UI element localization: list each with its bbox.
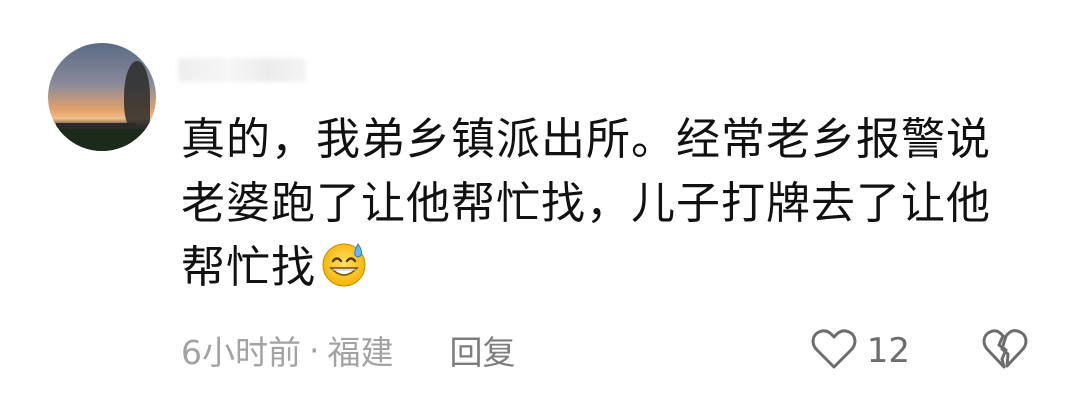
comment-time: 6小时前	[181, 333, 301, 372]
comment-meta: 6小时前 · 福建 回复	[181, 326, 516, 374]
avatar-tree-shape	[124, 61, 150, 131]
meta-separator: ·	[309, 330, 320, 370]
comment-line-2: 老婆跑了让他帮忙找，儿子打牌去了让他	[181, 178, 991, 229]
like-count: 12	[866, 331, 910, 371]
comment-text: 真的，我弟乡镇派出所。经常老乡报警说 老婆跑了让他帮忙找，儿子打牌去了让他 帮忙…	[181, 108, 1001, 306]
username-blurred[interactable]	[178, 58, 306, 82]
grinning-sweat-emoji-icon	[320, 240, 368, 306]
dislike-button[interactable]	[982, 328, 1028, 374]
avatar[interactable]	[48, 43, 156, 151]
like-button[interactable]: 12	[811, 328, 910, 374]
comment-line-3: 帮忙找	[181, 236, 1001, 306]
comment-line-1: 真的，我弟乡镇派出所。经常老乡报警说	[181, 114, 991, 165]
comment-item: 真的，我弟乡镇派出所。经常老乡报警说 老婆跑了让他帮忙找，儿子打牌去了让他 帮忙…	[0, 0, 1080, 412]
reply-button[interactable]: 回复	[450, 326, 516, 374]
comment-location: 福建	[327, 333, 394, 372]
comment-line-3-text: 帮忙找	[181, 242, 316, 293]
comment-actions: 12	[811, 328, 1028, 374]
avatar-ground-shape	[48, 129, 156, 151]
broken-heart-icon	[982, 328, 1028, 374]
heart-outline-icon	[811, 328, 857, 374]
